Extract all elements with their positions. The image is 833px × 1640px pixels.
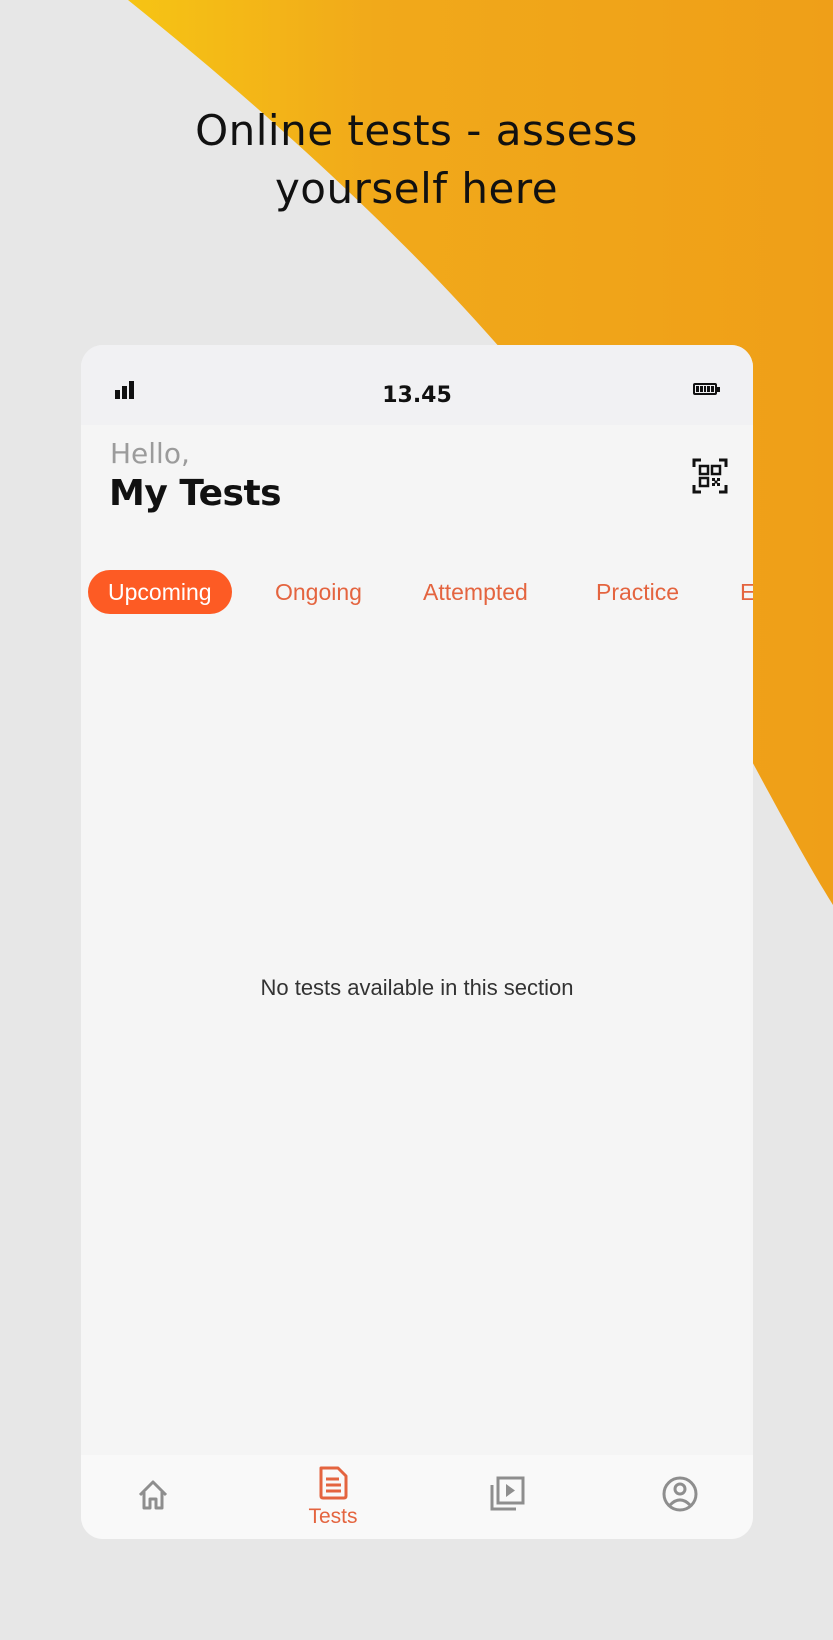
tab-attempted[interactable]: Attempted [423,570,528,614]
qr-scan-icon[interactable] [692,458,728,494]
battery-full-icon [693,383,720,395]
tab-practice[interactable]: Practice [596,570,679,614]
promo-headline-line-1: Online tests - assess [195,106,638,155]
home-icon [138,1480,168,1510]
greeting-text: Hello, [110,437,190,470]
status-bar: 13.45 [81,345,753,425]
nav-videos[interactable] [446,1455,566,1539]
document-icon [319,1466,348,1500]
tab-truncated[interactable]: E [740,570,753,614]
tab-ongoing[interactable]: Ongoing [275,570,362,614]
promo-headline-line-2: yourself here [274,164,559,213]
nav-profile[interactable] [619,1455,739,1539]
tab-upcoming[interactable]: Upcoming [88,570,232,614]
nav-tests-label: Tests [308,1505,358,1528]
status-time: 13.45 [382,383,452,408]
phone-screen: 13.45 Hello, My Tests Upcoming Ongoing A… [81,345,753,1539]
promo-headline: Online tests - assess yourself here [0,102,833,218]
test-category-tabs: Upcoming Ongoing Attempted Practice E [81,570,753,614]
video-library-icon [490,1476,525,1511]
empty-state-message: No tests available in this section [260,975,574,1000]
profile-icon [662,1476,698,1512]
nav-tests[interactable]: Tests [273,1455,393,1539]
page-title: My Tests [109,473,282,514]
nav-home[interactable] [93,1455,213,1539]
bottom-navigation: Tests [81,1455,753,1539]
